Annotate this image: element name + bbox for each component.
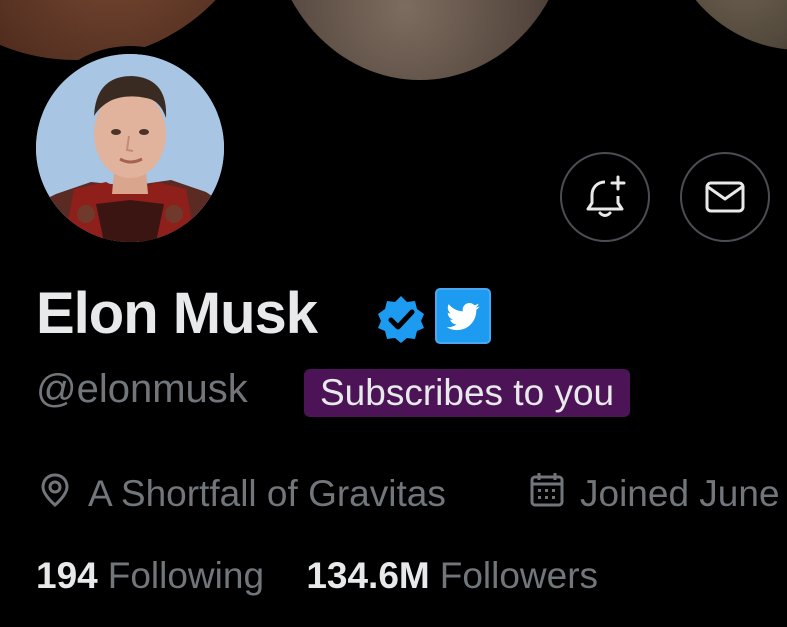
location-text: A Shortfall of Gravitas [88, 473, 446, 514]
bell-plus-icon [586, 175, 626, 217]
followers-link[interactable]: 134.6M Followers [306, 555, 598, 597]
following-count: 194 [36, 555, 98, 596]
username-handle: @elonmusk [36, 367, 248, 411]
join-date-text: Joined June [580, 473, 780, 514]
twitter-bird-icon[interactable] [435, 288, 491, 344]
join-date: Joined June [528, 470, 780, 518]
calendar-icon [528, 471, 566, 518]
following-link[interactable]: 194 Following [36, 555, 264, 597]
banner-planet-right [660, 0, 787, 50]
followers-count: 134.6M [306, 555, 430, 596]
verified-check-icon[interactable] [376, 294, 426, 344]
banner-planet-middle [270, 0, 570, 80]
followers-label: Followers [439, 555, 599, 596]
follow-stats: 194 Following 134.6M Followers [36, 555, 598, 597]
envelope-icon [705, 181, 745, 213]
notify-button[interactable] [560, 152, 650, 242]
subscribes-to-you-badge: Subscribes to you [304, 369, 631, 417]
location: A Shortfall of Gravitas [36, 470, 446, 518]
avatar[interactable] [36, 54, 224, 242]
map-pin-icon [36, 471, 74, 518]
avatar-photo [36, 54, 224, 242]
display-name: Elon Musk [36, 281, 318, 346]
message-button[interactable] [680, 152, 770, 242]
following-label: Following [107, 555, 265, 596]
